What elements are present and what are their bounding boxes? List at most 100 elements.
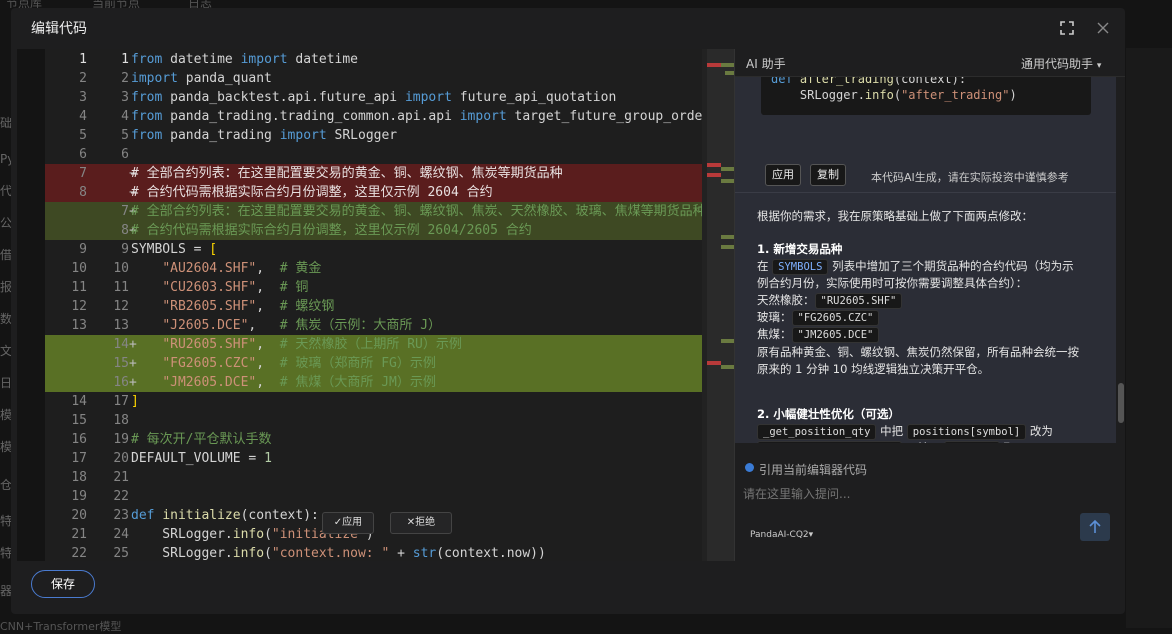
check-icon: [745, 463, 754, 472]
background-tabs: 节点库 当前节点 日志: [0, 0, 1172, 8]
new-line-number: 17: [113, 394, 129, 409]
old-line-number: 14: [71, 394, 87, 409]
code-text: "J2605.DCE", # 焦炭（示例：大商所 J）: [162, 318, 442, 333]
old-line-number: 12: [71, 299, 87, 314]
diff-marker-added: [721, 339, 734, 343]
old-line-number: 18: [71, 470, 87, 485]
code-line[interactable]: 3 3 from panda_backtest.api.future_api imp…: [45, 88, 702, 107]
code-line[interactable]: 13 13 "J2605.DCE", # 焦炭（示例：大商所 J）: [45, 316, 702, 335]
new-line-number: 24: [113, 527, 129, 542]
code-line[interactable]: 4 4 from panda_trading.trading_common.api.…: [45, 107, 710, 126]
diff-marker-removed: [707, 63, 721, 67]
code-line[interactable]: 5 5 from panda_trading import SRLogger: [45, 126, 702, 145]
code-line[interactable]: 7− # 全部合约列表：在这里配置要交易的黄金、铜、螺纹钢、焦炭等期货品种: [45, 164, 702, 183]
reference-label: 引用当前编辑器代码: [759, 463, 868, 477]
copy-button[interactable]: 复制: [810, 164, 846, 186]
code-text: # 全部合约列表：在这里配置要交易的黄金、铜、螺纹钢、焦炭等期货品种: [131, 166, 563, 181]
code-line[interactable]: 7 + # 全部合约列表：在这里配置要交易的黄金、铜、螺纹钢、焦炭、天然橡胶、玻璃、…: [45, 202, 706, 221]
old-line-number: 19: [71, 489, 87, 504]
code-text: from panda_backtest.api.future_api impor…: [131, 90, 617, 105]
ai-scrollbar[interactable]: [1118, 77, 1124, 443]
old-line-number: 3: [79, 90, 87, 105]
old-line-number: 5: [79, 128, 87, 143]
ai-intro: 根据你的需求，我在原策略基础上做了下面两点修改：: [757, 209, 1033, 223]
code-line[interactable]: 14 17]: [45, 392, 702, 411]
new-line-number: 25: [113, 546, 129, 561]
code-line[interactable]: 12 12 "RB2605.SHF", # 螺纹钢: [45, 297, 702, 316]
new-line-number: 1: [121, 52, 129, 67]
code-text: def initialize(context):: [131, 508, 319, 523]
new-line-number: 18: [113, 413, 129, 428]
code-text: "RU2605.SHF", # 天然橡胶（上期所 RU）示例: [162, 337, 462, 352]
code-line[interactable]: 15 18: [45, 411, 702, 430]
diff-marker-added: [721, 63, 734, 67]
ai-conversation[interactable]: def after_trading(context): SRLogger.inf…: [735, 77, 1116, 443]
chevron-down-icon: ▾: [1096, 61, 1102, 71]
code-line[interactable]: 1 1 from datetime import datetime: [45, 50, 702, 69]
code-line[interactable]: 10 10 "AU2604.SHF", # 黄金: [45, 259, 702, 278]
old-line-number: 2: [79, 71, 87, 86]
ai-mode-label: 通用代码助手: [1021, 57, 1094, 71]
code-editor[interactable]: 1 1 from datetime import datetime 2 2 import …: [17, 49, 734, 561]
code-text: import panda_quant: [131, 71, 272, 86]
code-line[interactable]: 15 + "FG2605.CZC", # 玻璃（郑商所 FG）示例: [45, 354, 702, 373]
ai-assistant-panel: AI 助手 通用代码助手 ▾ def after_trading(context…: [734, 49, 1125, 561]
code-line[interactable]: 8− # 合约代码需根据实际合约月份调整，这里仅示例 2604 合约: [45, 183, 702, 202]
code-line[interactable]: 9 9 SYMBOLS = [: [45, 240, 702, 259]
code-line[interactable]: 16 19 # 每次开/平仓默认手数: [45, 430, 702, 449]
code-text: "CU2603.SHF", # 铜: [162, 280, 309, 295]
fullscreen-icon[interactable]: [1059, 20, 1075, 36]
send-button[interactable]: [1080, 513, 1110, 541]
code-line[interactable]: 14 + "RU2605.SHF", # 天然橡胶（上期所 RU）示例: [45, 335, 702, 354]
old-line-number: 4: [79, 109, 87, 124]
code-line[interactable]: 66: [45, 145, 702, 164]
divider: [735, 192, 1116, 193]
scroll-thumb[interactable]: [1118, 383, 1124, 423]
new-line-number: 23: [113, 508, 129, 523]
inline-code: SYMBOLS: [772, 259, 829, 275]
code-line[interactable]: 8 + # 合约代码需根据实际合约月份调整，这里仅示例 2604/2605 合约: [45, 221, 702, 240]
code-text: DEFAULT_VOLUME = 1: [131, 451, 272, 466]
new-line-number: 21: [113, 470, 129, 485]
code-text: # 每次开/平仓默认手数: [131, 432, 272, 447]
inline-code: "JM2605.DCE": [791, 327, 880, 343]
code-line[interactable]: 16 + "JM2605.DCE", # 焦煤（大商所 JM）示例: [45, 373, 702, 392]
old-line-number: 7: [79, 166, 87, 181]
code-text: ]: [131, 394, 139, 409]
apply-button[interactable]: 应用: [765, 164, 801, 186]
inline-code: getattr: [943, 441, 1000, 443]
diff-marker-removed: [707, 173, 721, 177]
new-line-number: 11: [113, 280, 129, 295]
ai-title: AI 助手: [746, 57, 786, 71]
question-input[interactable]: [743, 484, 1113, 504]
code-line[interactable]: 2 2 import panda_quant: [45, 69, 702, 88]
old-line-number: 16: [71, 432, 87, 447]
model-select[interactable]: PandaAI-CQ2▾: [750, 530, 813, 540]
diff-overview-ruler[interactable]: [707, 49, 734, 561]
ai-paragraph: 在 SYMBOLS 列表中增加了三个期货品种的合约代码（均为示: [757, 259, 1074, 275]
section-title: 2. 小幅健壮性优化（可选）: [757, 407, 900, 421]
ai-mode-select[interactable]: 通用代码助手 ▾: [1021, 55, 1101, 72]
editor-gutter: [17, 49, 45, 561]
save-button[interactable]: 保存: [31, 570, 95, 598]
close-icon[interactable]: [1095, 20, 1111, 36]
new-line-number: 16: [113, 375, 129, 390]
inline-reject-button[interactable]: ✕拒绝: [390, 512, 452, 534]
bg-tab: 节点库: [6, 0, 43, 8]
modal-title: 编辑代码: [31, 21, 87, 37]
code-line[interactable]: 19 22: [45, 487, 702, 506]
ai-paragraph: 原有品种黄金、铜、螺纹钢、焦炭仍然保留，所有品种会统一按: [757, 345, 1079, 359]
code-text: # 全部合约列表：在这里配置要交易的黄金、铜、螺纹钢、焦炭、天然橡胶、玻璃、焦煤…: [131, 204, 706, 219]
code-line[interactable]: 18 21: [45, 468, 702, 487]
code-text: "JM2605.DCE", # 焦煤（大商所 JM）示例: [162, 375, 436, 390]
ai-paragraph: 天然橡胶： "RU2605.SHF": [757, 292, 903, 309]
code-line[interactable]: 11 11 "CU2603.SHF", # 铜: [45, 278, 702, 297]
new-line-number: 14: [113, 337, 129, 352]
code-line[interactable]: 17 20 DEFAULT_VOLUME = 1: [45, 449, 702, 468]
code-line[interactable]: 22 25 SRLogger.info("context.now: " + str…: [45, 544, 702, 561]
inline-accept-button[interactable]: ✓应用: [322, 512, 374, 534]
old-line-number: 8: [79, 185, 87, 200]
code-text: "RB2605.SHF", # 螺纹钢: [162, 299, 335, 314]
chevron-down-icon: ▾: [808, 530, 814, 540]
old-line-number: 17: [71, 451, 87, 466]
